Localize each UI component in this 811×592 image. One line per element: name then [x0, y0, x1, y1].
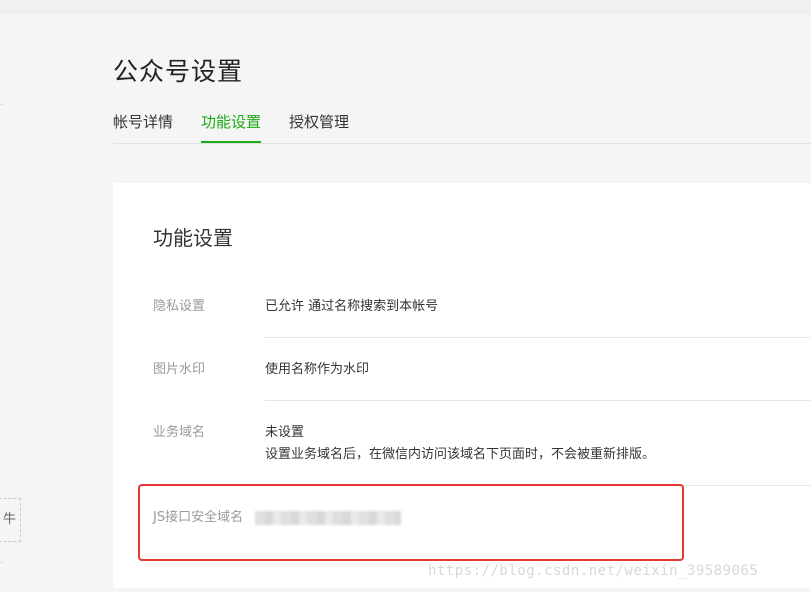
- row-label: 隐私设置: [153, 299, 206, 314]
- divider: [265, 337, 811, 338]
- watermark: https://blog.csdn.net/weixin_39589065: [428, 563, 759, 579]
- divider: [0, 562, 4, 563]
- tab-account-details[interactable]: 帐号详情: [113, 111, 173, 141]
- row-status: 未设置: [265, 425, 305, 440]
- row-description: 设置业务域名后，在微信内访问该域名下页面时，不会被重新排版。: [265, 447, 656, 462]
- row-value: 使用名称作为水印: [265, 362, 370, 377]
- tab-feature-settings[interactable]: 功能设置: [201, 111, 262, 143]
- row-value: 已允许 通过名称搜索到本帐号: [265, 299, 439, 314]
- annotation-highlight-box: [138, 484, 684, 561]
- settings-row-privacy: 隐私设置 已允许 通过名称搜索到本帐号: [153, 296, 811, 338]
- sidebar-partial-button[interactable]: 牛: [0, 498, 21, 542]
- card-title: 功能设置: [153, 226, 233, 250]
- tab-authorization-management[interactable]: 授权管理: [289, 111, 349, 141]
- page: 公众号设置 帐号详情 功能设置 授权管理 牛 功能设置 隐私设置 已允许 通过名…: [0, 0, 811, 592]
- divider: [0, 104, 4, 105]
- page-title: 公众号设置: [113, 57, 244, 86]
- row-value: 未设置 设置业务域名后，在微信内访问该域名下页面时，不会被重新排版。: [265, 422, 655, 466]
- settings-row-watermark: 图片水印 使用名称作为水印: [153, 359, 811, 401]
- row-label: 图片水印: [153, 362, 206, 377]
- divider: [265, 400, 811, 401]
- settings-row-business-domain: 业务域名 未设置 设置业务域名后，在微信内访问该域名下页面时，不会被重新排版。: [153, 422, 811, 486]
- top-strip: [0, 0, 811, 14]
- tab-bar: 帐号详情 功能设置 授权管理: [113, 111, 811, 144]
- row-label: 业务域名: [153, 425, 206, 440]
